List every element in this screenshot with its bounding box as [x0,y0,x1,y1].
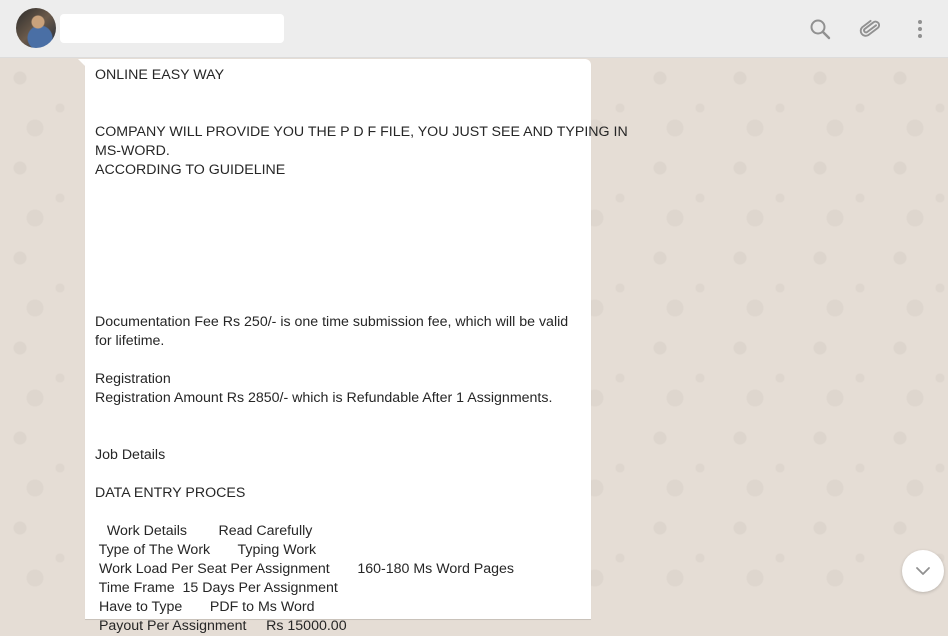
message-line [95,180,585,199]
message-line [95,218,585,237]
message-line [95,294,585,313]
contact-name[interactable] [60,14,284,43]
contact-avatar[interactable] [16,8,56,48]
search-icon[interactable] [808,17,832,41]
message-line [95,351,585,370]
message-line: Type of The Work Typing Work [95,542,317,558]
message-line [95,503,585,522]
message-line: DATA ENTRY PROCES [95,485,246,501]
message-line: Job Details [95,447,166,463]
message-line: ONLINE EASY WAY [95,67,225,83]
message-line: Work Details Read Carefully [95,523,313,539]
message-line [95,85,585,104]
message-line [95,275,585,294]
message-line: ACCORDING TO GUIDELINE [95,162,286,178]
message-line: Documentation Fee Rs 250/- is one time s… [95,314,569,330]
message-line [95,427,585,446]
message-text: ONLINE EASY WAY COMPANY WILL PROVIDE YOU … [95,66,628,636]
message-line [95,256,585,275]
message-line [95,199,585,218]
message-line: MS-WORD. [95,143,170,159]
attach-icon[interactable] [858,17,882,41]
message-line [95,237,585,256]
message-line [95,408,585,427]
message-line: Registration Amount Rs 2850/- which is R… [95,390,553,406]
chat-header [0,0,948,58]
message-line [95,104,585,123]
message-line: Payout Per Assignment Rs 15000.00 [95,618,347,634]
chevron-down-icon [916,567,930,575]
message-line [95,465,585,484]
message-line: Registration [95,371,171,387]
message-line: Work Load Per Seat Per Assignment 160-18… [95,561,515,577]
message-line: for lifetime. [95,333,165,349]
message-line: Time Frame 15 Days Per Assignment [95,580,338,596]
menu-icon[interactable] [908,17,932,41]
message-line: Have to Type PDF to Ms Word [95,599,315,615]
message-line: COMPANY WILL PROVIDE YOU THE P D F FILE,… [95,124,628,140]
scroll-down-button[interactable] [902,550,944,592]
